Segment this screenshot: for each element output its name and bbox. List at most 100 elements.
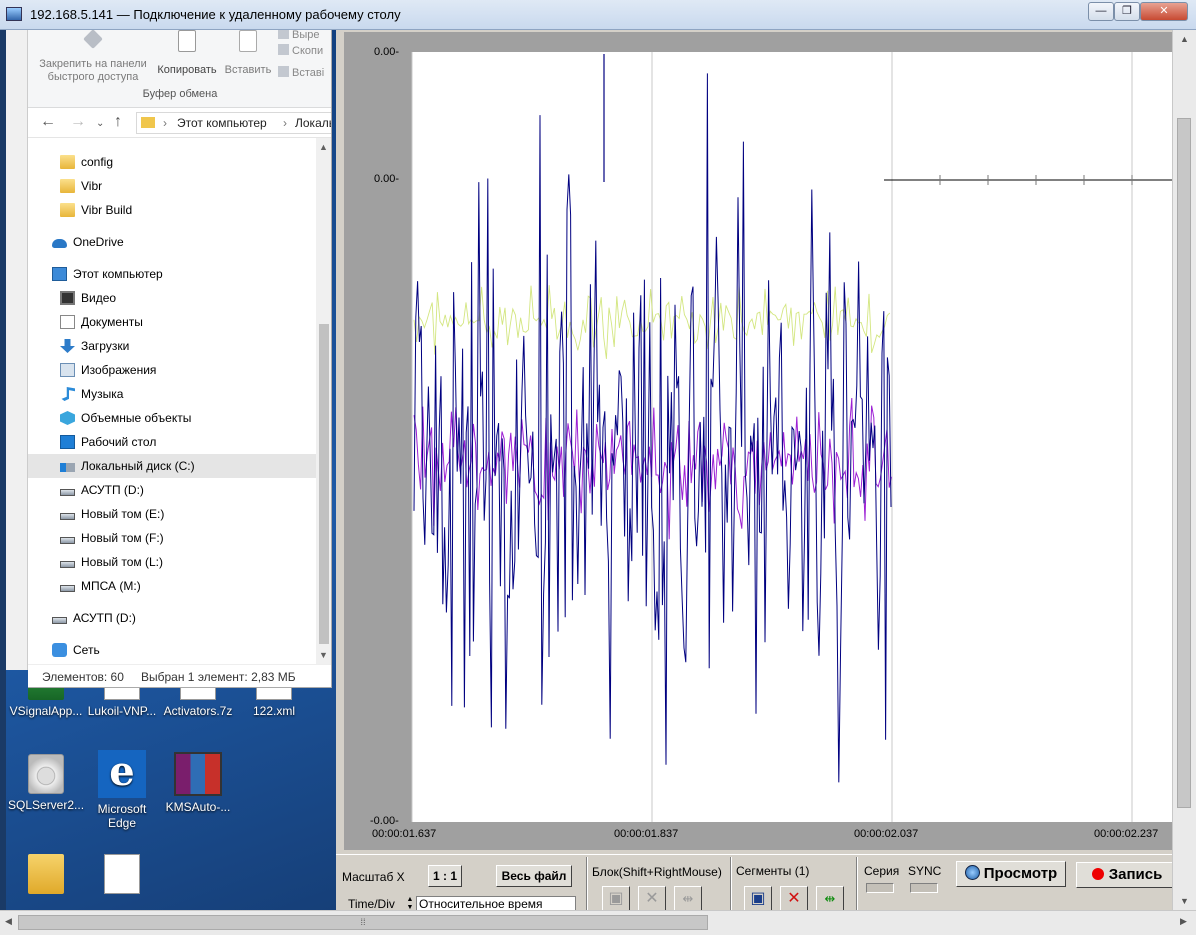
desktop-icon-file[interactable] [84,854,160,898]
vertical-scroll-thumb[interactable] [1177,118,1191,808]
maximize-button[interactable]: ❐ [1114,2,1140,21]
sync-toggle[interactable] [910,883,938,893]
tree-item-downloads[interactable]: Загрузки [28,334,316,358]
file-explorer-window: Закрепить на панели быстрого доступа Коп… [28,30,332,688]
edge-icon: e [98,750,146,798]
tree-item-onedrive[interactable]: OneDrive [28,230,316,254]
tree-item-documents[interactable]: Документы [28,310,316,334]
drive-icon [60,513,75,520]
tree-item-label: Загрузки [81,339,130,353]
download-icon [60,339,75,353]
desktop-icon-sqlserver[interactable]: SQLServer2... [8,754,84,812]
tree-item-drive-d-2[interactable]: АСУТП (D:) [28,606,316,630]
tree-item-drive-f[interactable]: Новый том (F:) [28,526,316,550]
horizontal-scroll-thumb[interactable]: ⁞⁞ [18,915,708,930]
block-save-icon[interactable]: ▣ [602,886,630,910]
back-arrow-icon[interactable]: ← [40,113,56,131]
copy-button[interactable]: Копировать [154,30,220,77]
breadcrumb-drive[interactable]: Локаль [295,116,331,130]
tree-item-desktop[interactable]: Рабочий стол [28,430,316,454]
tree-item-this-pc[interactable]: Этот компьютер [28,262,316,286]
breadcrumb-computer[interactable]: Этот компьютер [177,116,267,130]
segment-fit-icon[interactable]: ⇹ [816,886,844,910]
series-label: Серия [864,864,900,878]
tree-item-3d-objects[interactable]: Объемные объекты [28,406,316,430]
up-arrow-icon[interactable]: ↑ [114,113,122,131]
ratio-button[interactable]: 1 : 1 [428,865,462,887]
scissors-icon [278,30,289,39]
segment-delete-icon[interactable]: ✕ [780,886,808,910]
cut-button[interactable]: Выре [278,30,319,41]
desktop-icon-edge[interactable]: e Microsoft Edge [84,750,160,831]
view-button[interactable]: Просмотр [956,861,1066,887]
forward-arrow-icon[interactable]: → [70,113,86,131]
paste-button[interactable]: Вставить [222,30,274,77]
scroll-down-icon[interactable]: ▼ [1180,896,1189,906]
play-icon [964,865,980,880]
block-delete-icon[interactable]: ✕ [638,886,666,910]
drive-icon [60,561,75,568]
tree-item-images[interactable]: Изображения [28,358,316,382]
scroll-left-icon[interactable]: ◀ [5,916,12,927]
folder-icon [60,155,75,169]
timediv-field[interactable]: Относительное время [416,896,576,910]
copy-path-icon [278,44,289,55]
segment-save-icon[interactable]: ▣ [744,886,772,910]
timediv-spinner[interactable]: ▲ ▼ [405,896,415,910]
series-toggle[interactable] [866,883,894,893]
rdp-horizontal-scrollbar[interactable]: ◀ ⁞⁞ ▶ [0,910,1196,935]
whole-file-button[interactable]: Весь файл [496,865,572,887]
background-window-edge [6,30,28,670]
tree-item-drive-m[interactable]: МПСА (M:) [28,574,316,598]
desktop-icon-label: Microsoft Edge [97,802,147,830]
cut-label: Выре [292,30,320,41]
selection-info: Выбран 1 элемент: 2,83 МБ [141,670,296,684]
rdp-vertical-scrollbar[interactable]: ▲ ▼ [1172,30,1196,910]
minimize-button[interactable]: — [1088,2,1114,21]
pin-quick-access-button[interactable]: Закрепить на панели быстрого доступа [32,30,154,84]
tree-scrollbar[interactable]: ▲ ▼ [316,138,331,664]
3d-objects-icon [60,411,75,425]
block-fit-icon[interactable]: ⇹ [674,886,702,910]
tree-item-label: Новый том (F:) [81,531,164,545]
tree-item-drive-c[interactable]: Локальный диск (C:) [28,454,316,478]
tree-item-label: Музыка [81,387,124,401]
spin-up-icon[interactable]: ▲ [407,896,414,903]
tree-item-network[interactable]: Сеть [28,638,316,662]
paste-shortcut-button[interactable]: Вставі [278,66,324,79]
signal-plot[interactable] [344,32,1172,850]
scroll-up-icon[interactable]: ▲ [1180,34,1189,44]
record-button[interactable]: Запись [1076,862,1172,888]
y-label-mid: 0.00- [374,173,400,185]
tree-item-vibr-build[interactable]: Vibr Build [28,198,316,222]
desktop-icon-label: KMSAuto-... [165,800,231,814]
x-label-3: 00:00:02.237 [1094,828,1159,840]
copy-path-button[interactable]: Скопи [278,44,323,57]
tree-item-music[interactable]: Музыка [28,382,316,406]
desktop-icon-folder[interactable] [8,854,84,898]
scroll-right-icon[interactable]: ▶ [1180,916,1187,927]
desktop-icon-label: VSignalApp... [9,704,83,718]
close-button[interactable]: ✕ [1140,2,1188,21]
tree-scroll-thumb[interactable] [319,324,329,644]
tree-item-label: Объемные объекты [81,411,192,425]
tree-item-video[interactable]: Видео [28,286,316,310]
tree-item-drive-l[interactable]: Новый том (L:) [28,550,316,574]
network-drive-icon [60,585,75,592]
tree-item-drive-d[interactable]: АСУТП (D:) [28,478,316,502]
tree-item-config[interactable]: config [28,150,316,174]
scroll-down-icon[interactable]: ▼ [319,650,328,660]
folder-icon [141,117,155,128]
tree-item-vibr[interactable]: Vibr [28,174,316,198]
address-box[interactable]: › Этот компьютер › Локаль [136,112,331,134]
recent-chevron-icon[interactable]: ⌄ [96,118,104,129]
ribbon: Закрепить на панели быстрого доступа Коп… [28,30,331,108]
tree-item-drive-e[interactable]: Новый том (E:) [28,502,316,526]
tree-item-label: АСУТП (D:) [81,483,144,497]
scroll-up-icon[interactable]: ▲ [319,142,328,152]
network-icon [52,643,67,657]
desktop-icon-kmsauto[interactable]: KMSAuto-... [160,752,236,814]
drive-icon [52,617,67,624]
sync-label: SYNC [908,864,942,878]
pin-icon [83,30,103,49]
